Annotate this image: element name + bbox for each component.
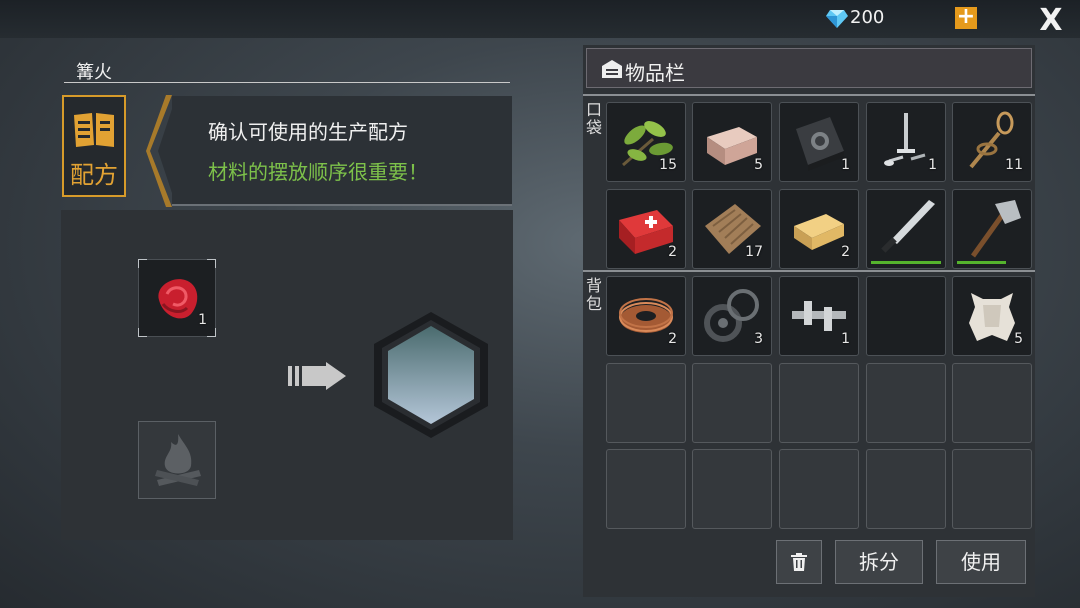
inventory-slot[interactable] <box>952 363 1032 443</box>
item-qty: 5 <box>754 157 763 173</box>
raw-meat-icon <box>158 279 198 319</box>
inventory-slot[interactable] <box>606 363 686 443</box>
title-divider <box>64 82 510 83</box>
close-button[interactable]: X <box>1036 6 1066 36</box>
material-qty: 1 <box>198 312 207 328</box>
add-gems-button[interactable]: + <box>955 6 977 29</box>
inventory-slot[interactable] <box>866 363 946 443</box>
split-button[interactable]: 拆分 <box>835 540 923 584</box>
item-qty: 2 <box>668 244 677 260</box>
inventory-title: 物品栏 <box>625 61 685 85</box>
info-text: 确认可使用的生产配方 <box>208 120 408 144</box>
storage-icon <box>602 60 622 78</box>
inventory-slot[interactable] <box>606 449 686 529</box>
inventory-slot[interactable]: 15 <box>606 102 686 182</box>
item-qty: 15 <box>659 157 677 173</box>
inventory-slot[interactable] <box>866 276 946 356</box>
craft-arrow-icon <box>288 362 346 390</box>
inventory-slot[interactable]: 2 <box>606 276 686 356</box>
inventory-slot[interactable]: 2 <box>606 189 686 269</box>
station-slot <box>138 421 216 499</box>
item-qty: 3 <box>754 331 763 347</box>
pocket-label: 口袋 <box>586 100 603 137</box>
gem-currency: 200 <box>826 7 884 28</box>
inventory-slot[interactable] <box>692 449 772 529</box>
inventory-slot[interactable] <box>866 189 946 269</box>
inventory-slot[interactable]: 2 <box>779 189 859 269</box>
inventory-slot[interactable] <box>779 363 859 443</box>
item-qty: 11 <box>1005 157 1023 173</box>
item-qty: 2 <box>841 244 850 260</box>
inventory-slot[interactable]: 1 <box>866 102 946 182</box>
result-slot[interactable] <box>372 310 490 440</box>
inventory-slot[interactable] <box>952 189 1032 269</box>
machete-icon <box>881 200 935 253</box>
inventory-header: 物品栏 <box>586 48 1032 88</box>
item-qty: 1 <box>841 331 850 347</box>
item-qty: 1 <box>928 157 937 173</box>
inventory-slot[interactable]: 5 <box>952 276 1032 356</box>
recipe-tab-label: 配方 <box>70 161 118 189</box>
top-bar <box>0 0 1080 38</box>
backpack-label: 背包 <box>586 276 603 313</box>
inventory-slot[interactable] <box>692 363 772 443</box>
inventory-slot[interactable]: 5 <box>692 102 772 182</box>
trash-icon <box>791 553 807 571</box>
discard-button[interactable] <box>776 540 822 584</box>
recipe-tab[interactable]: 配方 <box>62 95 126 197</box>
inventory-slot[interactable]: 17 <box>692 189 772 269</box>
diamond-icon <box>826 9 848 28</box>
pocket-divider <box>583 94 1035 96</box>
workbench-title: 篝火 <box>76 62 112 83</box>
item-qty: 17 <box>745 244 763 260</box>
recipe-book-icon <box>74 113 114 147</box>
campfire-icon <box>155 434 201 486</box>
durability-bar <box>957 261 1006 264</box>
item-qty: 5 <box>1014 331 1023 347</box>
material-slot[interactable]: 1 <box>138 259 216 337</box>
item-qty: 2 <box>668 331 677 347</box>
inventory-slot[interactable]: 1 <box>779 102 859 182</box>
info-hint: 材料的摆放顺序很重要！ <box>208 160 428 184</box>
gem-count: 200 <box>850 7 885 28</box>
inventory-slot[interactable] <box>866 449 946 529</box>
inventory-slot[interactable] <box>779 449 859 529</box>
inventory-slot[interactable]: 3 <box>692 276 772 356</box>
tab-pointer-icon <box>146 95 172 207</box>
stone-axe-icon <box>970 200 1021 258</box>
inventory-slot[interactable] <box>952 449 1032 529</box>
item-qty: 1 <box>841 157 850 173</box>
use-button[interactable]: 使用 <box>936 540 1026 584</box>
inventory-slot[interactable]: 1 <box>779 276 859 356</box>
durability-bar <box>871 261 941 264</box>
recipe-info-box: 确认可使用的生产配方 材料的摆放顺序很重要！ <box>172 96 512 206</box>
inventory-slot[interactable]: 11 <box>952 102 1032 182</box>
backpack-divider <box>583 270 1035 272</box>
